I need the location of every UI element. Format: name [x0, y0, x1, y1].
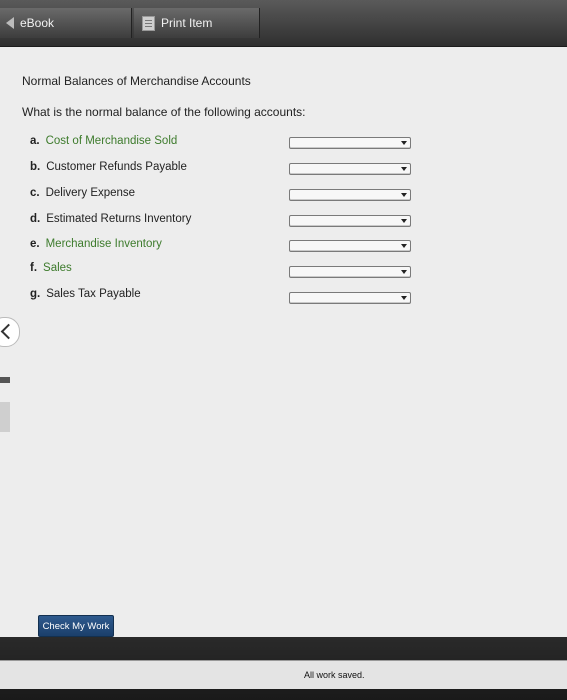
print-item-label: Print Item	[161, 16, 213, 30]
item-letter: d.	[30, 213, 41, 225]
check-my-work-button[interactable]: Check My Work	[38, 615, 114, 637]
side-scroll-handle[interactable]	[0, 402, 10, 432]
document-icon	[142, 15, 155, 31]
normal-balance-select-f[interactable]	[289, 266, 411, 278]
normal-balance-select-g[interactable]	[289, 292, 411, 304]
top-toolbar: eBook Print Item	[0, 0, 567, 47]
normal-balance-select-e[interactable]	[289, 240, 411, 252]
chevron-down-icon	[401, 219, 407, 223]
item-label: Sales Tax Payable	[46, 288, 141, 300]
chevron-down-icon	[401, 244, 407, 248]
item-letter: c.	[30, 187, 40, 199]
item-label: Merchandise Inventory	[45, 238, 162, 250]
chevron-down-icon	[401, 193, 407, 197]
chevron-down-icon	[401, 141, 407, 145]
question-text: What is the normal balance of the follow…	[22, 105, 306, 119]
list-item-g: g. Sales Tax Payable	[30, 286, 141, 302]
list-item-c: c. Delivery Expense	[30, 185, 135, 201]
list-item-e: e. Merchandise Inventory	[30, 236, 162, 252]
chevron-left-icon[interactable]	[0, 317, 20, 347]
list-item-f: f. Sales	[30, 260, 72, 276]
item-label: Estimated Returns Inventory	[46, 213, 192, 225]
list-item-a: a. Cost of Merchandise Sold	[30, 133, 177, 149]
normal-balance-select-c[interactable]	[289, 189, 411, 201]
ebook-label: eBook	[20, 16, 55, 30]
side-marker	[0, 377, 10, 383]
speaker-icon	[6, 17, 14, 29]
item-letter: g.	[30, 288, 41, 300]
print-item-tab[interactable]: Print Item	[134, 8, 260, 38]
chevron-down-icon	[401, 296, 407, 300]
item-letter: f.	[30, 262, 38, 274]
item-label: Customer Refunds Payable	[46, 161, 187, 173]
question-panel: Normal Balances of Merchandise Accounts …	[0, 47, 567, 637]
chevron-down-icon	[401, 167, 407, 171]
ebook-tab[interactable]: eBook	[0, 8, 132, 38]
status-bar: All work saved.	[0, 660, 567, 689]
item-label: Delivery Expense	[45, 187, 136, 199]
item-letter: b.	[30, 161, 41, 173]
item-letter: e.	[30, 238, 40, 250]
normal-balance-select-d[interactable]	[289, 215, 411, 227]
normal-balance-select-a[interactable]	[289, 137, 411, 149]
item-label: Cost of Merchandise Sold	[45, 135, 178, 147]
list-item-d: d. Estimated Returns Inventory	[30, 211, 191, 227]
item-label: Sales	[43, 262, 72, 274]
problem-title: Normal Balances of Merchandise Accounts	[22, 74, 251, 88]
normal-balance-select-b[interactable]	[289, 163, 411, 175]
item-letter: a.	[30, 135, 40, 147]
save-status: All work saved.	[304, 670, 365, 680]
chevron-down-icon	[401, 270, 407, 274]
list-item-b: b. Customer Refunds Payable	[30, 159, 187, 175]
